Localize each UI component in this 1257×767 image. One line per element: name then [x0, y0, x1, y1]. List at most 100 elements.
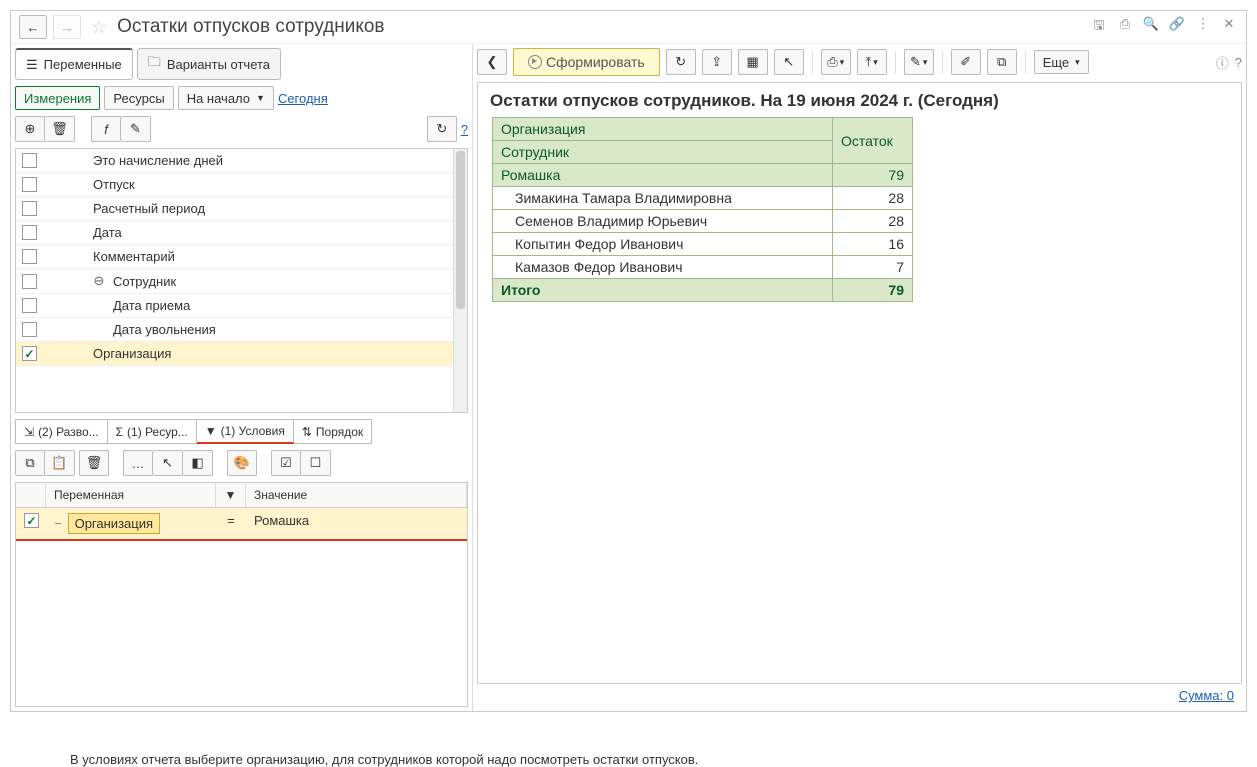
group-row[interactable]: Ромашка 79: [493, 164, 913, 187]
sort-icon: ⇅: [302, 425, 312, 439]
save-icon[interactable]: 🖫: [1090, 16, 1108, 38]
tree-item-label: Отпуск: [93, 177, 135, 192]
tree-row[interactable]: Комментарий: [16, 245, 467, 269]
report-row[interactable]: Камазов Федор Иванович7: [493, 256, 913, 279]
function-button[interactable]: f: [91, 116, 121, 142]
cond-variable: Организация: [68, 513, 160, 534]
tree-item-label: Дата: [93, 225, 122, 240]
condition-row[interactable]: − Организация = Ромашка: [16, 508, 467, 541]
filter-icon[interactable]: ▼: [216, 483, 246, 507]
tree-checkbox[interactable]: [22, 346, 37, 361]
copy2-button[interactable]: ⧉: [987, 49, 1017, 75]
form-button[interactable]: Сформировать: [513, 48, 660, 76]
btab-conditions[interactable]: ▼ (1) Условия: [197, 419, 294, 444]
today-link[interactable]: Сегодня: [278, 91, 328, 106]
pen-button[interactable]: ✎▾: [904, 49, 934, 75]
tree-row[interactable]: Это начисление дней: [16, 149, 467, 173]
close-icon[interactable]: ✕: [1220, 16, 1238, 38]
paste-button[interactable]: 📋: [45, 450, 75, 476]
delete-button[interactable]: 🗑: [45, 116, 75, 142]
report-row[interactable]: Копытин Федор Иванович16: [493, 233, 913, 256]
tree-row[interactable]: Отпуск: [16, 173, 467, 197]
cursor2-button[interactable]: ↖: [774, 49, 804, 75]
add-button[interactable]: ⊕: [15, 116, 45, 142]
uncheck-all-button[interactable]: ☐: [301, 450, 331, 476]
th-organization: Организация: [493, 118, 833, 141]
page-title: Остатки отпусков сотрудников: [117, 16, 1084, 38]
print-icon[interactable]: ⎙: [1116, 16, 1134, 38]
tree-row[interactable]: Дата увольнения: [16, 318, 467, 342]
print2-button[interactable]: ⎙▾: [821, 49, 851, 75]
scrollbar[interactable]: [453, 149, 467, 412]
tree-row[interactable]: Дата: [16, 221, 467, 245]
tab-variants-label: Варианты отчета: [167, 57, 270, 72]
refresh-report-button[interactable]: ↻: [666, 49, 696, 75]
link-icon[interactable]: 🔗: [1168, 16, 1186, 38]
nav-back-button[interactable]: ←: [19, 15, 47, 39]
tree-checkbox[interactable]: [22, 249, 37, 264]
col-value: Значение: [246, 483, 467, 507]
tree-checkbox[interactable]: [22, 177, 37, 192]
tree-checkbox[interactable]: [22, 225, 37, 240]
tree-row[interactable]: Организация: [16, 342, 467, 366]
sum-link[interactable]: Сумма: 0: [1179, 688, 1234, 703]
more-button[interactable]: Еще ▾: [1034, 50, 1089, 74]
cond-value: Ромашка: [246, 508, 467, 539]
grid-button[interactable]: ▦: [738, 49, 768, 75]
minus-icon: −: [54, 516, 62, 531]
tree-checkbox[interactable]: [22, 153, 37, 168]
preview-icon[interactable]: 🔍: [1142, 16, 1160, 38]
tree-row[interactable]: Расчетный период: [16, 197, 467, 221]
resources-button[interactable]: Ресурсы: [104, 86, 173, 110]
btab-expand[interactable]: ⇲ (2) Разво...: [15, 419, 108, 444]
tab-variables[interactable]: ☰ Переменные: [15, 48, 133, 80]
check-all-button[interactable]: ☑: [271, 450, 301, 476]
palette-button[interactable]: 🎨: [227, 450, 257, 476]
favorite-icon[interactable]: ☆: [91, 17, 107, 38]
report-viewer[interactable]: Остатки отпусков сотрудников. На 19 июня…: [477, 82, 1242, 684]
report-title: Остатки отпусков сотрудников. На 19 июня…: [486, 91, 1241, 111]
help-link[interactable]: ?: [461, 122, 468, 137]
chevron-down-icon: ▾: [1075, 57, 1080, 68]
variables-tree[interactable]: Это начисление дней Отпуск Расчетный перио…: [15, 148, 468, 413]
tree-item-label: Дата приема: [113, 298, 190, 313]
edit2-button[interactable]: ✐: [951, 49, 981, 75]
tree-item-label: Дата увольнения: [113, 322, 216, 337]
at-start-button[interactable]: На начало ▼: [178, 86, 274, 110]
col-variable: Переменная: [46, 483, 216, 507]
cursor-button[interactable]: ↖: [153, 450, 183, 476]
dimensions-button[interactable]: Измерения: [15, 86, 100, 110]
tree-row[interactable]: ⊖Сотрудник: [16, 269, 467, 294]
help2-icon[interactable]: ?: [1235, 55, 1242, 70]
tab-variants[interactable]: 🗀 Варианты отчета: [137, 48, 281, 80]
upload-button[interactable]: ⤒▾: [857, 49, 887, 75]
play-icon: [528, 55, 542, 69]
more-menu-icon[interactable]: ⋮: [1194, 16, 1212, 38]
report-row[interactable]: Семенов Владимир Юрьевич28: [493, 210, 913, 233]
funnel-icon: ▼: [205, 424, 217, 438]
tree-item-label: Комментарий: [93, 249, 175, 264]
info-icon[interactable]: ⓘ: [1216, 53, 1229, 72]
btab-resources[interactable]: Σ (1) Ресур...: [108, 419, 197, 444]
tree-toggle-icon[interactable]: ⊖: [93, 273, 105, 289]
btab-order[interactable]: ⇅ Порядок: [294, 419, 372, 444]
delete-cond-button[interactable]: 🗑: [79, 450, 109, 476]
tree-item-label: Это начисление дней: [93, 153, 223, 168]
tree-checkbox[interactable]: [22, 298, 37, 313]
copy-button[interactable]: ⧉: [15, 450, 45, 476]
th-remainder: Остаток: [833, 118, 913, 164]
sliders-icon: ☰: [26, 57, 38, 73]
tree-row[interactable]: Дата приема: [16, 294, 467, 318]
nav-forward-button: →: [53, 15, 81, 39]
refresh-button[interactable]: ↻: [427, 116, 457, 142]
tree-checkbox[interactable]: [22, 201, 37, 216]
ellipsis-button[interactable]: …: [123, 450, 153, 476]
cond-checkbox[interactable]: [24, 513, 39, 528]
report-row[interactable]: Зимакина Тамара Владимировна28: [493, 187, 913, 210]
collapse-panel-button[interactable]: ❮: [477, 49, 507, 75]
edit-button[interactable]: ✎: [121, 116, 151, 142]
export-button[interactable]: ⇪: [702, 49, 732, 75]
tree-checkbox[interactable]: [22, 322, 37, 337]
eraser-button[interactable]: ◧: [183, 450, 213, 476]
tree-checkbox[interactable]: [22, 274, 37, 289]
